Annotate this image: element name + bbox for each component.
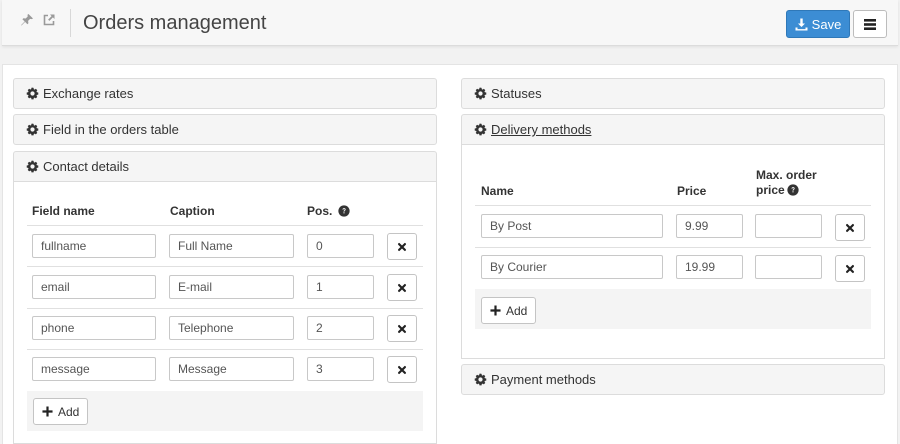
question-circle-icon[interactable] — [787, 184, 799, 200]
panel-delivery-methods[interactable]: Delivery methods — [461, 114, 885, 145]
pos-input[interactable] — [307, 357, 374, 381]
field-name-input[interactable] — [32, 316, 156, 340]
gear-icon — [26, 123, 39, 136]
panel-title: Delivery methods — [491, 122, 592, 137]
add-delivery-method-button[interactable]: Add — [481, 297, 537, 324]
add-button-label: Add — [506, 303, 528, 318]
plus-icon — [42, 406, 53, 417]
field-name-input[interactable] — [32, 357, 156, 381]
remove-icon — [845, 264, 855, 274]
remove-row-button[interactable] — [835, 255, 865, 282]
remove-icon — [397, 242, 407, 252]
col-header-max-line2: price — [756, 183, 785, 197]
top-bar: Orders management Save — [2, 0, 898, 46]
col-header-name: Name — [481, 184, 514, 198]
pin-icon[interactable] — [20, 13, 34, 27]
field-name-input[interactable] — [32, 234, 156, 258]
remove-row-button[interactable] — [387, 233, 417, 260]
add-button-label: Add — [58, 404, 80, 419]
delivery-max-price-input[interactable] — [755, 255, 822, 279]
remove-icon — [845, 223, 855, 233]
add-contact-field-button[interactable]: Add — [33, 398, 89, 425]
remove-row-button[interactable] — [387, 315, 417, 342]
gear-icon — [474, 123, 487, 136]
col-header-pos-label: Pos. — [307, 204, 333, 218]
delivery-max-price-input[interactable] — [755, 214, 822, 238]
save-button-label: Save — [811, 16, 842, 32]
delivery-name-input[interactable] — [481, 255, 663, 279]
col-header-field-name: Field name — [32, 204, 95, 218]
pos-input[interactable] — [307, 275, 374, 299]
gear-icon — [474, 87, 487, 100]
remove-row-button[interactable] — [387, 274, 417, 301]
external-link-icon[interactable] — [42, 13, 56, 27]
remove-icon — [397, 324, 407, 334]
panel-payment-methods[interactable]: Payment methods — [461, 364, 885, 395]
gear-icon — [26, 160, 39, 173]
row-divider — [27, 225, 423, 226]
panel-title: Field in the orders table — [43, 122, 179, 137]
question-circle-icon[interactable] — [338, 205, 350, 221]
gear-icon — [474, 373, 487, 386]
pos-input[interactable] — [307, 234, 374, 258]
page-title: Orders management — [83, 12, 267, 34]
delivery-name-input[interactable] — [481, 214, 663, 238]
panel-contact-details[interactable]: Contact details — [13, 151, 437, 182]
gear-icon — [26, 87, 39, 100]
col-header-price: Price — [677, 184, 707, 198]
panel-exchange-rates[interactable]: Exchange rates — [13, 78, 437, 109]
panel-statuses[interactable]: Statuses — [461, 78, 885, 109]
caption-input[interactable] — [169, 234, 294, 258]
col-header-max-line1: Max. order — [756, 168, 817, 182]
remove-icon — [397, 365, 407, 375]
row-divider — [27, 349, 423, 350]
panel-field-orders-table[interactable]: Field in the orders table — [13, 114, 437, 145]
remove-row-button[interactable] — [835, 214, 865, 241]
toolbar-divider — [70, 9, 71, 37]
row-divider — [475, 205, 871, 206]
col-header-caption: Caption — [170, 204, 215, 218]
menu-icon — [864, 18, 876, 30]
menu-button[interactable] — [853, 10, 887, 38]
remove-icon — [397, 283, 407, 293]
caption-input[interactable] — [169, 316, 294, 340]
panel-title: Contact details — [43, 159, 129, 174]
panel-title: Payment methods — [491, 372, 596, 387]
panel-title: Statuses — [491, 86, 542, 101]
plus-icon — [490, 305, 501, 316]
delivery-price-input[interactable] — [676, 255, 743, 279]
pos-input[interactable] — [307, 316, 374, 340]
caption-input[interactable] — [169, 275, 294, 299]
save-button[interactable]: Save — [786, 10, 850, 38]
remove-row-button[interactable] — [387, 356, 417, 383]
col-header-pos: Pos. — [307, 204, 350, 221]
panel-title: Exchange rates — [43, 86, 134, 101]
row-divider — [27, 266, 423, 267]
row-divider — [475, 247, 871, 248]
delivery-price-input[interactable] — [676, 214, 743, 238]
col-header-max-order-price: Max. order price — [756, 168, 817, 200]
field-name-input[interactable] — [32, 275, 156, 299]
caption-input[interactable] — [169, 357, 294, 381]
download-icon — [795, 18, 808, 30]
row-divider — [27, 308, 423, 309]
